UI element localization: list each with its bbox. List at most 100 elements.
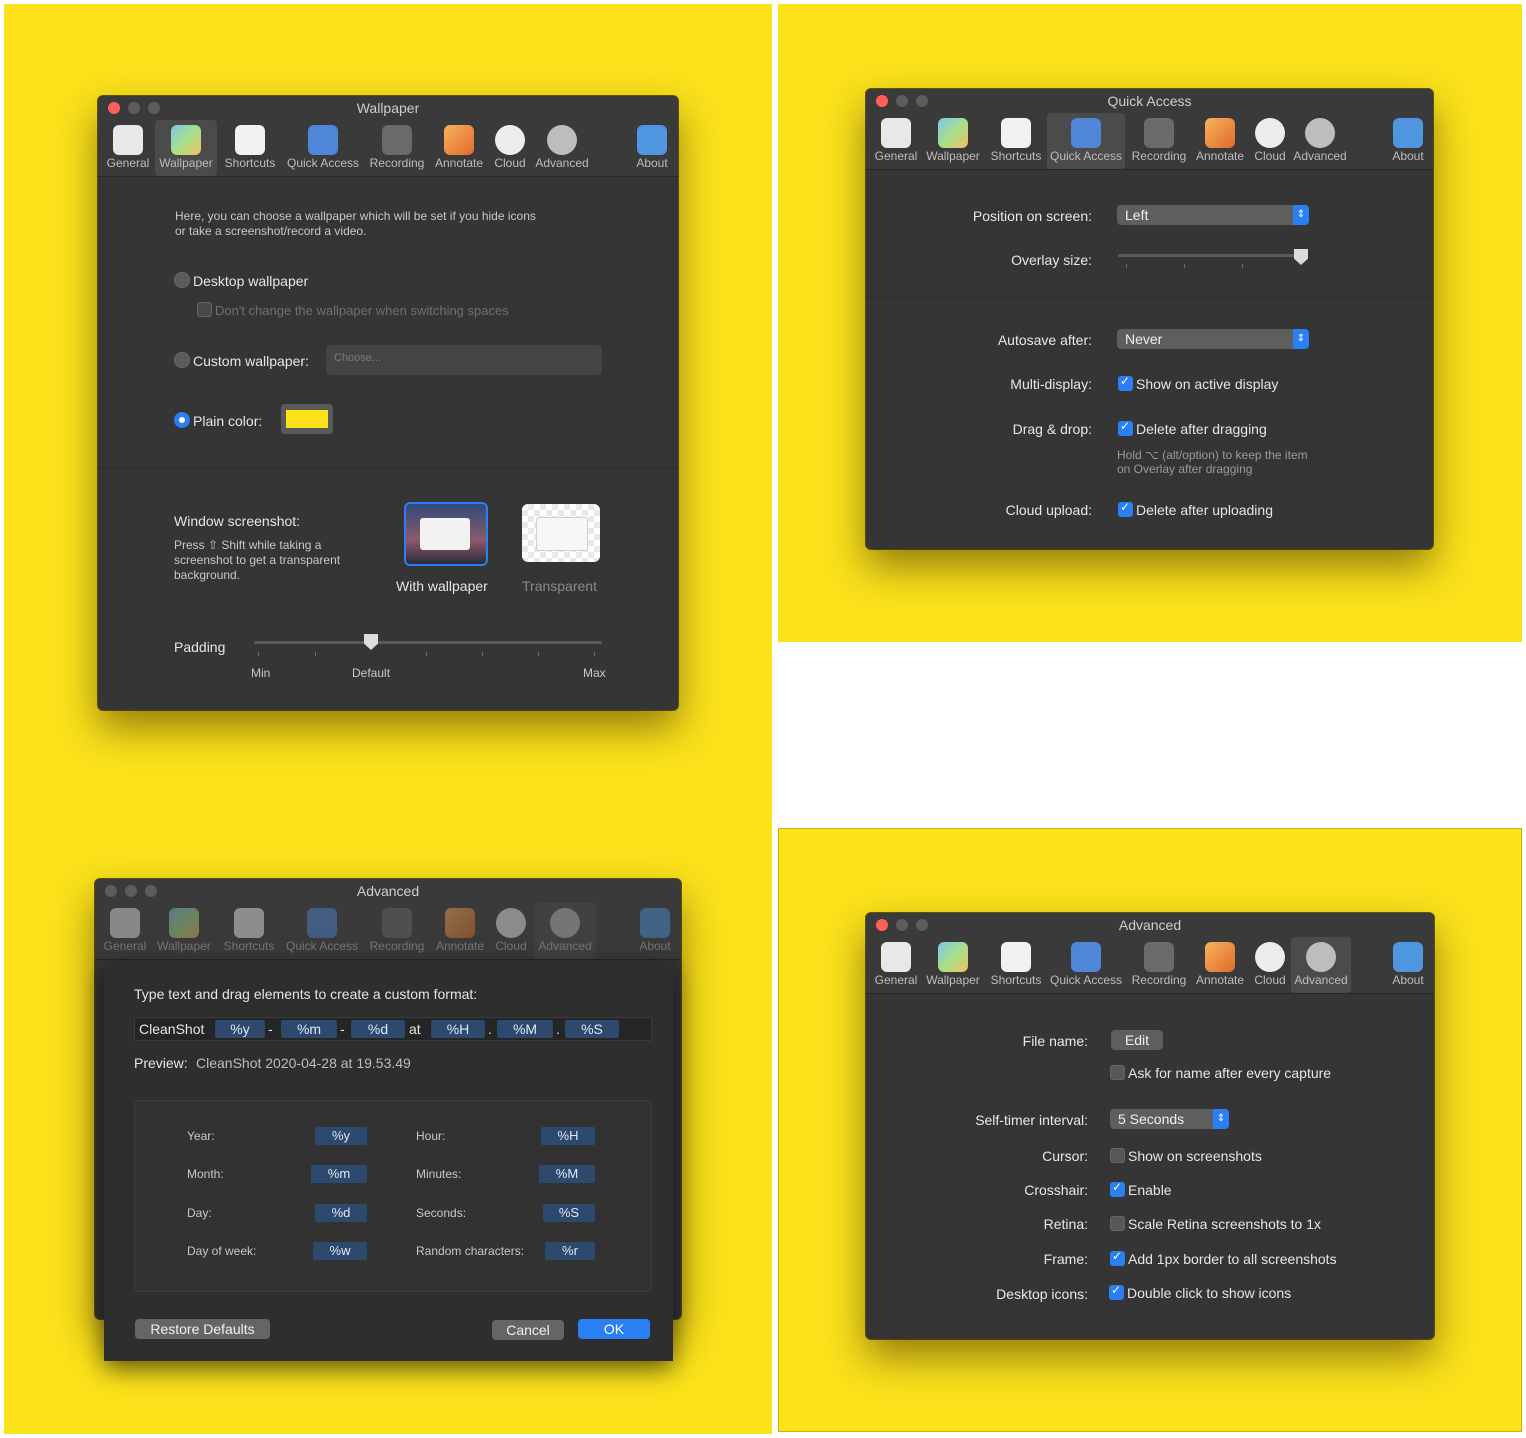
element-token-hour[interactable]: %H (541, 1127, 595, 1145)
element-label-hour: Hour: (416, 1129, 446, 1143)
autosave-select[interactable]: Never ⇕ (1117, 329, 1309, 349)
edit-button[interactable]: Edit (1111, 1030, 1163, 1050)
format-token[interactable]: %y (215, 1020, 265, 1038)
with-wallpaper-option[interactable] (404, 502, 488, 566)
tab-advanced[interactable]: Advanced (1291, 937, 1351, 993)
tab-shortcuts[interactable]: Shortcuts (986, 937, 1046, 993)
tab-recording[interactable]: Recording (366, 903, 428, 959)
slider-thumb[interactable] (1294, 249, 1308, 265)
tab-label: Quick Access (1049, 149, 1123, 163)
tab-general[interactable]: General (872, 113, 920, 169)
tab-annotate[interactable]: Annotate (1192, 937, 1248, 993)
tab-label: About (1392, 973, 1424, 987)
crosshair-checkbox[interactable] (1110, 1180, 1125, 1197)
format-token[interactable]: %m (281, 1020, 337, 1038)
slider-thumb[interactable] (364, 634, 378, 650)
tab-recording[interactable]: Recording (366, 120, 428, 176)
recording-icon (1144, 118, 1174, 148)
shortcuts-icon (235, 125, 265, 155)
cursor-checkbox[interactable] (1110, 1148, 1125, 1163)
tab-cloud[interactable]: Cloud (1250, 113, 1290, 169)
tab-cloud[interactable]: Cloud (490, 120, 530, 176)
tab-wallpaper[interactable]: Wallpaper (155, 120, 217, 176)
overlay-size-slider[interactable] (1118, 247, 1308, 271)
restore-defaults-button[interactable]: Restore Defaults (135, 1319, 270, 1339)
tab-wallpaper[interactable]: Wallpaper (923, 937, 983, 993)
tab-annotate[interactable]: Annotate (432, 903, 488, 959)
tab-label: Recording (369, 939, 425, 953)
with-wallpaper-label: With wallpaper (396, 578, 488, 594)
overlay-size-label: Overlay size: (1011, 252, 1092, 268)
format-token[interactable]: %H (431, 1020, 485, 1038)
frame-value: Add 1px border to all screenshots (1128, 1251, 1337, 1267)
shortcuts-icon (234, 908, 264, 938)
tab-quick-access[interactable]: Quick Access (1047, 113, 1125, 169)
delete-after-dragging-checkbox[interactable] (1118, 419, 1133, 436)
desktop-icons-label: Desktop icons: (996, 1286, 1088, 1302)
tab-cloud[interactable]: Cloud (1250, 937, 1290, 993)
delete-after-uploading-checkbox[interactable] (1118, 500, 1133, 517)
element-token-day-of-week[interactable]: %w (313, 1242, 367, 1260)
tab-recording[interactable]: Recording (1128, 113, 1190, 169)
retina-checkbox[interactable] (1110, 1216, 1125, 1231)
advanced-window: Advanced General Wallpaper Shortcuts Qui… (866, 913, 1434, 1339)
plain-color-radio[interactable] (174, 412, 190, 428)
tab-annotate[interactable]: Annotate (1192, 113, 1248, 169)
tab-advanced[interactable]: Advanced (532, 120, 592, 176)
tab-recording[interactable]: Recording (1128, 937, 1190, 993)
tab-shortcuts[interactable]: Shortcuts (986, 113, 1046, 169)
dont-change-checkbox[interactable] (197, 302, 212, 317)
element-token-month[interactable]: %m (311, 1165, 367, 1183)
color-swatch (286, 410, 328, 428)
tab-advanced[interactable]: Advanced (534, 903, 596, 959)
tab-general[interactable]: General (872, 937, 920, 993)
tab-about[interactable]: About (628, 120, 676, 176)
element-token-year[interactable]: %y (315, 1127, 367, 1145)
tab-advanced[interactable]: Advanced (1292, 113, 1348, 169)
padding-slider[interactable] (254, 632, 602, 662)
window-title: Wallpaper (356, 100, 420, 116)
element-token-day[interactable]: %d (315, 1204, 367, 1222)
element-token-seconds[interactable]: %S (543, 1204, 595, 1222)
format-token[interactable]: %M (497, 1020, 553, 1038)
tab-shortcuts[interactable]: Shortcuts (219, 903, 279, 959)
format-sheet: Type text and drag elements to create a … (104, 962, 673, 1361)
tab-label: Shortcuts (990, 973, 1042, 987)
tab-wallpaper[interactable]: Wallpaper (153, 903, 215, 959)
tab-cloud[interactable]: Cloud (491, 903, 531, 959)
multi-display-label: Multi-display: (1010, 376, 1092, 392)
self-timer-select[interactable]: 5 Seconds ⇕ (1110, 1109, 1229, 1129)
frame-checkbox[interactable] (1110, 1249, 1125, 1266)
color-well[interactable] (281, 404, 333, 434)
tab-label: Shortcuts (990, 149, 1042, 163)
position-select[interactable]: Left ⇕ (1117, 205, 1309, 225)
tab-general[interactable]: General (104, 120, 152, 176)
element-token-random[interactable]: %r (545, 1242, 595, 1260)
tab-about[interactable]: About (1384, 113, 1432, 169)
transparent-option[interactable] (522, 504, 600, 562)
tab-quick-access[interactable]: Quick Access (1047, 937, 1125, 993)
ok-button[interactable]: OK (578, 1319, 650, 1339)
element-token-minutes[interactable]: %M (539, 1165, 595, 1183)
desktop-wallpaper-radio[interactable] (174, 272, 190, 288)
tab-about[interactable]: About (1384, 937, 1432, 993)
choose-wallpaper-select[interactable]: Choose... (326, 345, 602, 375)
format-token[interactable]: %d (351, 1020, 405, 1038)
tab-general[interactable]: General (101, 903, 149, 959)
format-token[interactable]: %S (565, 1020, 619, 1038)
tab-label: General (103, 939, 147, 953)
custom-wallpaper-radio[interactable] (174, 352, 190, 368)
title-bar: Wallpaper (98, 96, 678, 120)
format-field[interactable]: CleanShot %y - %m - %d at %H . %M . %S (134, 1017, 652, 1041)
tab-shortcuts[interactable]: Shortcuts (220, 120, 280, 176)
tab-annotate[interactable]: Annotate (431, 120, 487, 176)
tab-quick-access[interactable]: Quick Access (282, 903, 362, 959)
cancel-button[interactable]: Cancel (492, 1320, 564, 1340)
tab-about[interactable]: About (631, 903, 679, 959)
shortcuts-icon (1001, 942, 1031, 972)
show-active-display-checkbox[interactable] (1118, 374, 1133, 391)
desktop-icons-checkbox[interactable] (1109, 1283, 1124, 1300)
tab-wallpaper[interactable]: Wallpaper (923, 113, 983, 169)
ask-name-checkbox[interactable] (1110, 1065, 1125, 1080)
tab-quick-access[interactable]: Quick Access (283, 120, 363, 176)
